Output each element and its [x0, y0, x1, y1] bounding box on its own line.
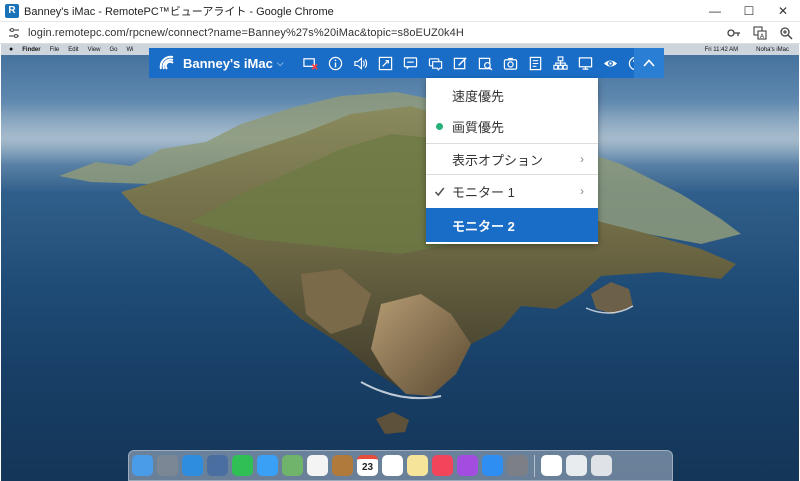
chevron-up-icon [643, 59, 655, 67]
dock-maps-icon[interactable] [282, 455, 303, 476]
menubar-clock[interactable]: Fri 11:42 AM [705, 47, 739, 53]
dock-safari-icon[interactable] [182, 455, 203, 476]
menu-view[interactable]: View [88, 47, 101, 53]
dock-trash-icon[interactable] [591, 455, 612, 476]
display-options-menu: 速度優先 画質優先 表示オプション › モニター 1 › モニター 2 [426, 78, 598, 244]
dock-finder-icon[interactable] [132, 455, 153, 476]
message-icon[interactable] [423, 48, 448, 78]
view-icon[interactable] [598, 48, 623, 78]
dock-calendar-icon[interactable]: 23 [357, 455, 378, 476]
dock-app-store-icon[interactable] [482, 455, 503, 476]
menu-window[interactable]: Wi [127, 47, 134, 53]
fullscreen-icon[interactable] [373, 48, 398, 78]
menu-item-quality-priority[interactable]: 画質優先 [426, 111, 598, 141]
dock-chrome-icon[interactable] [541, 455, 562, 476]
menu-item-label: モニター 2 [452, 218, 515, 234]
menu-item-label: 速度優先 [452, 88, 505, 104]
dock-launchpad-icon[interactable] [157, 455, 178, 476]
notes-icon[interactable] [523, 48, 548, 78]
menu-finder[interactable]: Finder [22, 47, 40, 53]
menu-item-monitor-2[interactable]: モニター 2 [426, 208, 598, 242]
sitemap-icon[interactable] [548, 48, 573, 78]
url-text[interactable]: login.remotepc.com/rpcnew/connect?name=B… [28, 27, 464, 39]
mac-dock: 23 [128, 450, 673, 481]
dock-messages-icon[interactable] [257, 455, 278, 476]
menu-item-monitor-1[interactable]: モニター 1 › [426, 176, 598, 206]
disconnect-icon[interactable] [298, 48, 323, 78]
chevron-down-icon[interactable]: ⌵ [277, 58, 284, 69]
translate-icon[interactable]: A [752, 25, 768, 41]
zoom-icon[interactable] [778, 25, 794, 41]
chevron-right-icon: › [580, 184, 584, 198]
minimize-button[interactable]: — [698, 0, 732, 22]
collapse-toolbar-button[interactable] [634, 48, 664, 78]
menu-divider [426, 143, 598, 144]
info-icon[interactable] [323, 48, 348, 78]
maximize-button[interactable]: ☐ [732, 0, 766, 22]
dock-separator [534, 454, 535, 477]
display-icon[interactable] [573, 48, 598, 78]
menu-edit[interactable]: Edit [68, 47, 78, 53]
annotate-icon[interactable] [448, 48, 473, 78]
menu-file[interactable]: File [50, 47, 60, 53]
screenshot-icon[interactable] [498, 48, 523, 78]
chevron-right-icon: › [580, 152, 584, 166]
dock-stickies-icon[interactable] [407, 455, 428, 476]
remotepc-app-icon: R [5, 3, 19, 18]
window-controls: — ☐ ✕ [698, 0, 800, 22]
sound-icon[interactable] [348, 48, 373, 78]
window-title: Banney's iMac - RemotePC™ビューアライト - Googl… [24, 5, 334, 18]
dock-music-icon[interactable] [432, 455, 453, 476]
selected-dot-icon [435, 122, 443, 130]
dock-reminders-icon[interactable] [382, 455, 403, 476]
menu-item-label: 画質優先 [452, 119, 505, 135]
apple-menu-icon[interactable]: ● [9, 46, 13, 53]
dock-podcasts-icon[interactable] [457, 455, 478, 476]
address-bar: login.remotepc.com/rpcnew/connect?name=B… [0, 22, 800, 44]
computer-name[interactable]: Banney's iMac [183, 56, 273, 71]
menu-divider [426, 174, 598, 175]
dock-system-preferences-icon[interactable] [507, 455, 528, 476]
remotepc-logo-icon [159, 55, 174, 70]
menu-go[interactable]: Go [110, 47, 118, 53]
remotepc-toolbar: Banney's iMac ⌵ [149, 48, 664, 78]
close-button[interactable]: ✕ [766, 0, 800, 22]
site-settings-icon[interactable] [8, 27, 20, 39]
menu-item-label: モニター 1 [452, 184, 515, 200]
remote-desktop[interactable]: ● Finder File Edit View Go Wi Fri 11:42 … [1, 44, 799, 481]
dock-documents-icon[interactable] [566, 455, 587, 476]
wallpaper-island [59, 92, 741, 434]
menu-item-label: 表示オプション [452, 152, 544, 168]
dock-notes-book-icon[interactable] [332, 455, 353, 476]
chat-icon[interactable] [398, 48, 423, 78]
menu-item-speed-priority[interactable]: 速度優先 [426, 80, 598, 110]
menu-item-display-options[interactable]: 表示オプション › [426, 145, 598, 173]
file-transfer-icon[interactable] [473, 48, 498, 78]
key-icon[interactable] [726, 25, 742, 41]
dock-photos-icon[interactable] [307, 455, 328, 476]
dock-facetime-icon[interactable] [232, 455, 253, 476]
window-titlebar: R Banney's iMac - RemotePC™ビューアライト - Goo… [0, 0, 800, 22]
checkmark-icon [434, 187, 444, 196]
menubar-user[interactable]: Noha's iMac [756, 47, 789, 53]
dock-photo-booth-icon[interactable] [207, 455, 228, 476]
